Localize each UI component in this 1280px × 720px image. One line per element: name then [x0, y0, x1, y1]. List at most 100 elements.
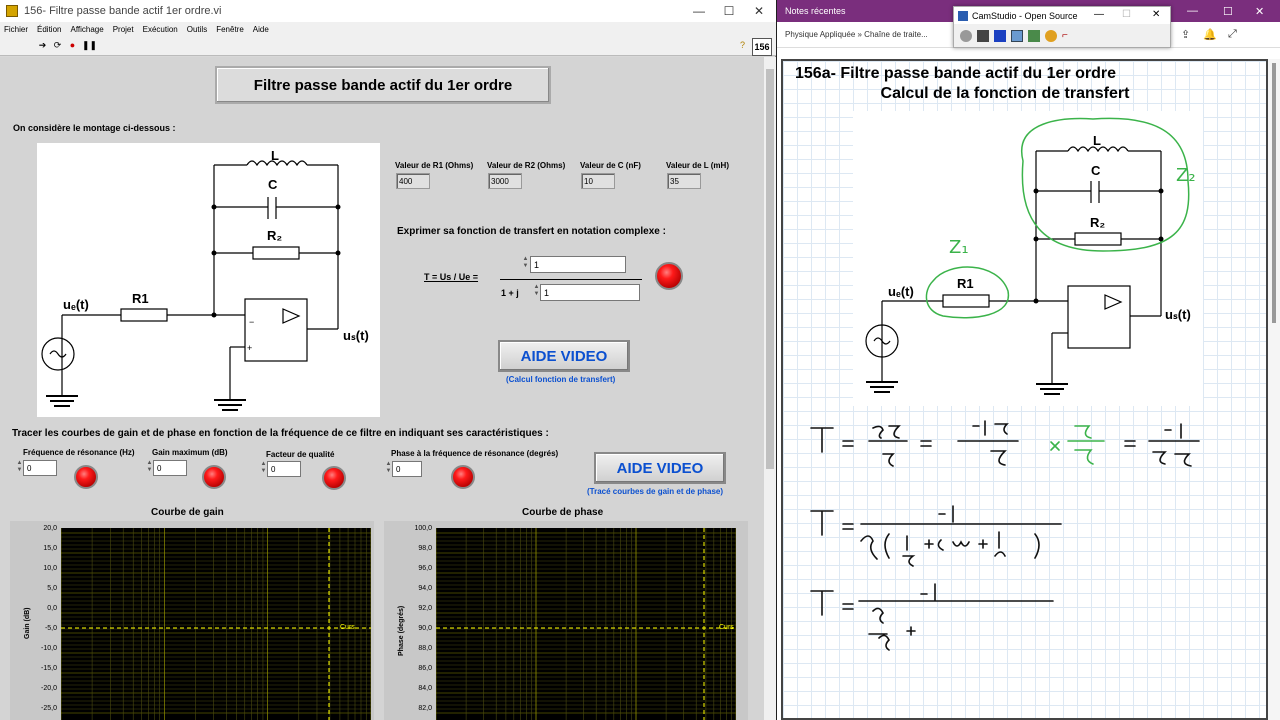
phase-plot-area[interactable] — [435, 528, 737, 720]
gain-tick-label: 20,0 — [43, 525, 57, 532]
labview-vertical-scrollbar[interactable] — [764, 57, 776, 720]
measure-phase-input[interactable]: 0 — [392, 461, 422, 477]
onenote-bell-icon[interactable]: 🔔 — [1203, 28, 1217, 41]
gain-tick-label: 15,0 — [43, 545, 57, 552]
onenote-close-button[interactable]: ✕ — [1255, 5, 1264, 18]
stop-record-icon[interactable] — [994, 30, 1006, 42]
freq-spinner[interactable]: ▲ ▼ — [16, 460, 23, 476]
menu-projet[interactable]: Projet — [113, 25, 134, 34]
numerator-spinner[interactable]: ▲ ▼ — [522, 256, 529, 272]
circuit-label-l: L — [271, 148, 279, 163]
phase-spinner[interactable]: ▲ ▼ — [385, 461, 392, 477]
phase-cursor-label: Curs — [719, 624, 734, 631]
onenote-minimize-button[interactable]: — — [1187, 5, 1198, 17]
aide-video-button-2[interactable]: AIDE VIDEO — [594, 452, 726, 484]
note-z2-handwritten: Z₂ — [1176, 165, 1196, 186]
onenote-maximize-button[interactable]: ☐ — [1223, 5, 1233, 18]
gain-tick-label: -15,0 — [41, 665, 57, 672]
aide-video-button-1[interactable]: AIDE VIDEO — [498, 340, 630, 372]
abort-icon[interactable]: ● — [67, 40, 78, 51]
onenote-window: Notes récentes — ☐ ✕ Physique Appliquée … — [777, 0, 1280, 720]
vi-icon[interactable]: 156 — [752, 38, 772, 56]
note-title-line1: 156a- Filtre passe bande actif du 1er or… — [795, 65, 1117, 82]
phase-graph: Phase (degrés) 100,0 98,0 96,0 94,0 92,0 90,0… — [384, 521, 748, 720]
pause-icon[interactable]: ❚❚ — [82, 40, 97, 51]
note-circuit-label-l: L — [1093, 133, 1101, 148]
onenote-breadcrumb[interactable]: Physique Appliquée » Chaîne de traite... — [785, 30, 928, 39]
menu-affichage[interactable]: Affichage — [70, 25, 103, 34]
camstudio-maximize-button[interactable]: ☐ — [1122, 9, 1131, 20]
phase-tick-label: 100,0 — [414, 525, 432, 532]
param-c-input[interactable]: 10 — [581, 173, 615, 189]
phase-tick-label: 86,0 — [418, 665, 432, 672]
param-label-r2: Valeur de R2 (Ohms) — [487, 161, 566, 170]
camstudio-window: CamStudio - Open Source — ☐ ✕ ⌐ — [953, 6, 1171, 48]
labview-titlebar[interactable]: 156- Filtre passe bande actif 1er ordre.… — [0, 0, 776, 22]
run-continuous-icon[interactable]: ⟳ — [52, 40, 63, 51]
phase-tick-label: 82,0 — [418, 705, 432, 712]
gain-spinner[interactable]: ▲ ▼ — [146, 460, 153, 476]
param-r2-input[interactable]: 3000 — [488, 173, 522, 189]
freq-led — [74, 465, 98, 489]
formula-label: T = Us / Ue = — [424, 272, 479, 282]
measure-label-gain: Gain maximum (dB) — [152, 448, 228, 457]
denominator-input[interactable]: 1 — [540, 284, 640, 301]
opamp-minus: − — [249, 317, 254, 327]
onenote-window-title: Notes récentes — [785, 6, 846, 16]
camstudio-minimize-button[interactable]: — — [1094, 9, 1104, 20]
gain-tick-label: 5,0 — [47, 585, 57, 592]
phase-led — [451, 465, 475, 489]
onenote-scroll-thumb[interactable] — [1272, 63, 1276, 323]
labview-menubar: Fichier Édition Affichage Projet Exécuti… — [0, 22, 776, 36]
param-l-input[interactable]: 35 — [667, 173, 701, 189]
run-arrow-icon[interactable]: ➔ — [37, 40, 48, 51]
settings-icon[interactable] — [1045, 30, 1057, 42]
measure-gain-input[interactable]: 0 — [153, 460, 187, 476]
measure-freq-input[interactable]: 0 — [23, 460, 57, 476]
gain-plot-svg — [60, 528, 372, 720]
onenote-page[interactable]: 156a- Filtre passe bande actif du 1er or… — [781, 59, 1268, 720]
param-r1-input[interactable]: 400 — [396, 173, 430, 189]
pause-record-icon[interactable] — [977, 30, 989, 42]
numerator-input[interactable]: 1 — [530, 256, 626, 273]
measure-label-freq: Fréquence de résonance (Hz) — [23, 448, 135, 457]
measure-quality-input[interactable]: 0 — [267, 461, 301, 477]
labview-app-icon — [6, 5, 18, 17]
note-circuit-label-r1: R1 — [957, 276, 974, 291]
onenote-vertical-scrollbar[interactable] — [1268, 59, 1280, 720]
options-icon[interactable] — [1028, 30, 1040, 42]
onenote-share-icon[interactable]: ⇪ — [1181, 28, 1190, 41]
annotate-icon[interactable]: ⌐ — [1062, 30, 1074, 42]
camstudio-title: CamStudio - Open Source — [972, 10, 1078, 21]
labview-scroll-thumb[interactable] — [766, 69, 774, 469]
labview-window-title: 156- Filtre passe bande actif 1er ordre.… — [24, 5, 222, 17]
help-icon[interactable]: ? — [737, 40, 748, 51]
close-button[interactable]: ✕ — [740, 0, 778, 22]
menu-aide[interactable]: Aide — [253, 25, 269, 34]
record-icon[interactable] — [960, 30, 972, 42]
gain-plot-area[interactable] — [60, 528, 372, 720]
denominator-spinner[interactable]: ▲ ▼ — [533, 284, 540, 300]
note-circuit-label-us: uₛ(t) — [1165, 307, 1191, 322]
circuit-diagram: − + L C R₂ R1 uₑ(t) uₛ(t) — [37, 143, 380, 417]
menu-fichier[interactable]: Fichier — [4, 25, 28, 34]
menu-fenetre[interactable]: Fenêtre — [216, 25, 244, 34]
camstudio-titlebar[interactable]: CamStudio - Open Source — ☐ ✕ — [954, 7, 1170, 24]
menu-outils[interactable]: Outils — [187, 25, 207, 34]
phase-tick-label: 94,0 — [418, 585, 432, 592]
camstudio-close-button[interactable]: ✕ — [1152, 9, 1160, 20]
circuit-label-us: uₛ(t) — [343, 328, 369, 343]
fraction-bar — [500, 279, 642, 280]
onenote-expand-icon[interactable]: ⤢ — [1228, 28, 1237, 41]
quality-spinner[interactable]: ▲ ▼ — [260, 461, 267, 477]
gain-graph-ylabel: Gain (dB) — [24, 607, 31, 640]
menu-execution[interactable]: Exécution — [143, 25, 178, 34]
camstudio-toolbar: ⌐ — [954, 24, 1170, 48]
menu-edition[interactable]: Édition — [37, 25, 61, 34]
handwritten-equations — [810, 420, 1200, 651]
phase-graph-title: Courbe de phase — [522, 507, 604, 518]
region-icon[interactable] — [1011, 30, 1023, 42]
param-label-l: Valeur de L (mH) — [666, 161, 729, 170]
note-circuit-label-ue: uₑ(t) — [888, 284, 914, 299]
formula-led — [655, 262, 683, 290]
